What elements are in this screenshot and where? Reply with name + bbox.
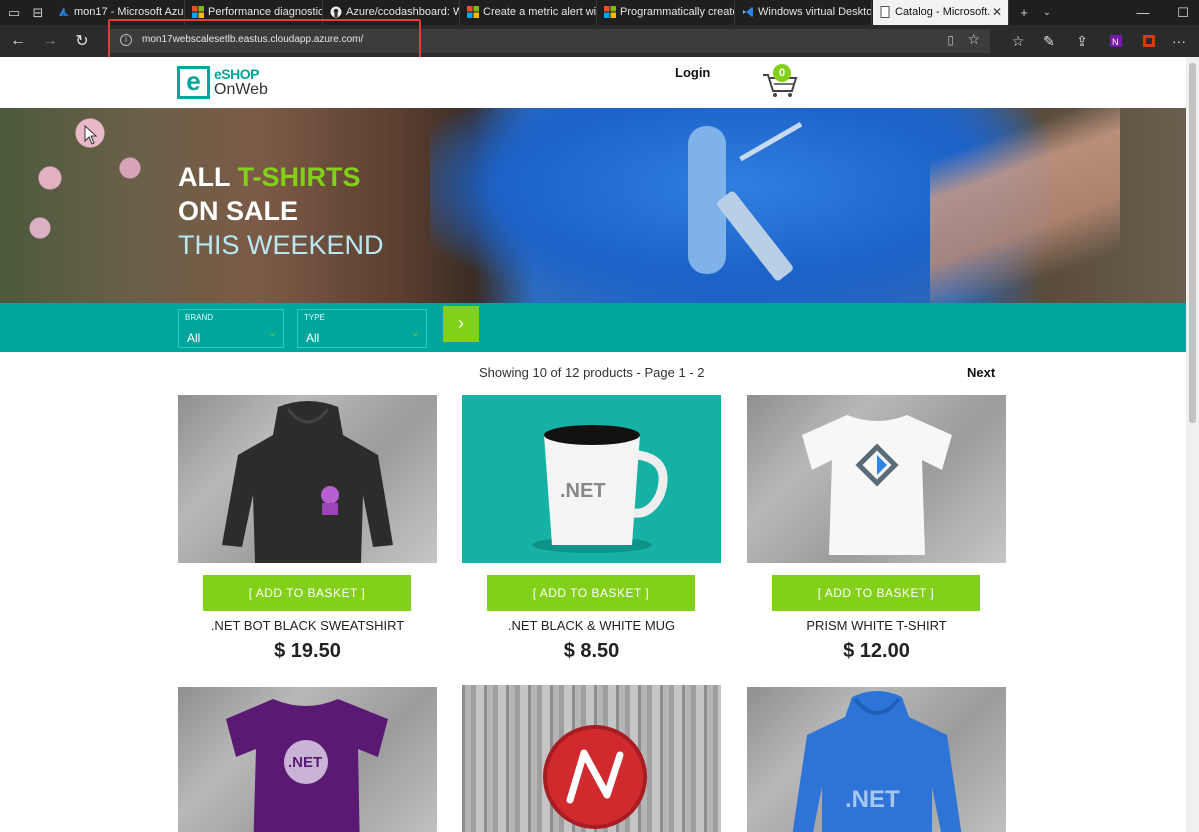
tab-label: Programmatically create (620, 6, 735, 18)
product-image[interactable] (747, 395, 1006, 563)
pager-info: Showing 10 of 12 products - Page 1 - 2 (479, 365, 705, 380)
chevron-down-icon: ⌄ (267, 327, 277, 339)
page-icon (880, 6, 890, 18)
tab-windows-virtual-desktop[interactable]: Windows virtual Desktop (736, 0, 872, 25)
close-tab-icon[interactable]: ✕ (992, 0, 1002, 25)
apply-filter-button[interactable]: › (443, 306, 479, 342)
refresh-icon[interactable]: ↻ (66, 25, 98, 57)
office-icon[interactable] (1134, 25, 1164, 57)
type-select-label: TYPE (304, 313, 325, 322)
product-name: .NET BLACK & WHITE MUG (507, 618, 676, 633)
tab-create-metric-alert[interactable]: Create a metric alert witl (461, 0, 597, 25)
brand-select-value: All (187, 331, 201, 345)
favorites-icon[interactable]: ☆ (1003, 25, 1033, 57)
tab-azure[interactable]: mon17 - Microsoft Azure (52, 0, 185, 25)
tab-label: Catalog - Microsoft. (895, 6, 991, 18)
mouse-pointer-icon (84, 125, 98, 145)
hero-line3: THIS WEEKEND (178, 230, 384, 260)
tab-performance-diagnostics[interactable]: Performance diagnostics (186, 0, 323, 25)
add-to-basket-button[interactable]: [ ADD TO BASKET ] (203, 575, 411, 611)
onenote-icon[interactable]: N (1101, 25, 1131, 57)
product-image[interactable]: .NET (747, 687, 1006, 832)
product-name: PRISM WHITE T-SHIRT (806, 618, 947, 633)
chevron-down-icon: ⌄ (410, 327, 420, 339)
hero-line1-b: T-SHIRTS (237, 162, 361, 192)
maximize-icon[interactable]: ☐ (1160, 0, 1199, 25)
brand-select[interactable]: BRAND All ⌄ (178, 309, 284, 348)
next-page-link[interactable]: Next (967, 365, 995, 380)
microsoft-icon (604, 6, 616, 18)
forward-icon[interactable]: → (34, 25, 66, 57)
more-icon[interactable]: ··· (1164, 25, 1194, 57)
logo-text-eshop: eSHOP (214, 66, 259, 82)
page-scrollbar[interactable] (1186, 57, 1199, 832)
product-price: $ 8.50 (563, 640, 620, 662)
web-page: e eSHOP OnWeb Login 0 ALL T-SHIRTS ON SA… (0, 57, 1186, 832)
set-aside-tabs-icon[interactable]: ▭ (2, 0, 26, 25)
chevron-right-icon: › (458, 313, 464, 333)
product-image[interactable]: .NET (462, 395, 721, 563)
url-field[interactable]: i mon17webscalesetlb.eastus.cloudapp.azu… (108, 29, 990, 53)
site-info-icon[interactable]: i (120, 34, 132, 46)
hero-banner: ALL T-SHIRTS ON SALE THIS WEEKEND (0, 108, 1186, 303)
brand-select-label: BRAND (185, 313, 214, 322)
product-price: $ 12.00 (843, 640, 910, 662)
svg-text:N: N (1112, 37, 1119, 47)
hero-line2: ON SALE (178, 196, 299, 226)
tab-label: mon17 - Microsoft Azure (74, 6, 185, 18)
favorite-star-icon[interactable]: ☆ (967, 31, 980, 48)
github-icon (330, 6, 342, 18)
logo-mark: e (177, 66, 210, 99)
address-bar: ← → ↻ i mon17webscalesetlb.eastus.clouda… (0, 25, 1199, 57)
product-image[interactable]: .NET (178, 687, 437, 832)
hero-line1-a: ALL (178, 162, 238, 192)
hoodie-print-text: .NET (845, 786, 900, 813)
product-price: $ 19.50 (274, 640, 341, 662)
chevron-down-icon[interactable]: ⌄ (1035, 0, 1059, 25)
url-text[interactable]: mon17webscalesetlb.eastus.cloudapp.azure… (142, 34, 363, 45)
hero-headline: ALL T-SHIRTS ON SALE THIS WEEKEND (178, 160, 384, 262)
add-to-basket-button[interactable]: [ ADD TO BASKET ] (772, 575, 980, 611)
new-tab-icon[interactable]: + (1012, 0, 1036, 25)
product-image[interactable] (462, 685, 721, 832)
tab-catalog[interactable]: Catalog - Microsoft. ✕ (873, 0, 1009, 25)
pen-icon[interactable]: ✎ (1034, 25, 1064, 57)
mug-print-text: .NET (560, 480, 606, 502)
back-icon[interactable]: ← (2, 25, 34, 57)
tab-preview-icon[interactable]: ⊟ (26, 0, 50, 25)
vs-icon (743, 7, 753, 17)
tab-label: Windows virtual Desktop (758, 6, 872, 18)
microsoft-icon (192, 6, 204, 18)
scrollbar-thumb[interactable] (1189, 63, 1196, 423)
tab-ccodashboard[interactable]: Azure/ccodashboard: W (324, 0, 460, 25)
tab-label: Create a metric alert witl (483, 6, 597, 18)
type-select[interactable]: TYPE All ⌄ (297, 309, 427, 348)
cart-button[interactable]: 0 (762, 64, 798, 98)
reading-view-icon[interactable]: ▯ (947, 33, 954, 47)
product-image[interactable] (178, 395, 437, 563)
site-header: e eSHOP OnWeb Login 0 (0, 57, 1186, 108)
logo-text-onweb: OnWeb (214, 81, 268, 98)
tab-label: Azure/ccodashboard: W (346, 6, 460, 18)
share-icon[interactable]: ⇪ (1067, 25, 1097, 57)
microsoft-icon (467, 6, 479, 18)
tab-label: Performance diagnostics (208, 6, 323, 18)
shirt-print-text: .NET (288, 754, 322, 771)
type-select-value: All (306, 331, 320, 345)
product-name: .NET BOT BLACK SWEATSHIRT (210, 618, 405, 633)
pager: Showing 10 of 12 products - Page 1 - 2 N… (0, 365, 1186, 385)
cart-count-badge: 0 (773, 64, 791, 82)
filter-bar: BRAND All ⌄ TYPE All ⌄ › (0, 303, 1186, 352)
eshop-logo[interactable]: e eSHOP OnWeb (177, 66, 277, 100)
tab-bar: ▭ ⊟ mon17 - Microsoft Azure Performance … (0, 0, 1199, 25)
login-link[interactable]: Login (675, 65, 710, 80)
hero-arm-image (930, 108, 1120, 303)
tab-programmatically-create[interactable]: Programmatically create (598, 0, 735, 25)
azure-icon (59, 7, 69, 16)
add-to-basket-button[interactable]: [ ADD TO BASKET ] (487, 575, 695, 611)
